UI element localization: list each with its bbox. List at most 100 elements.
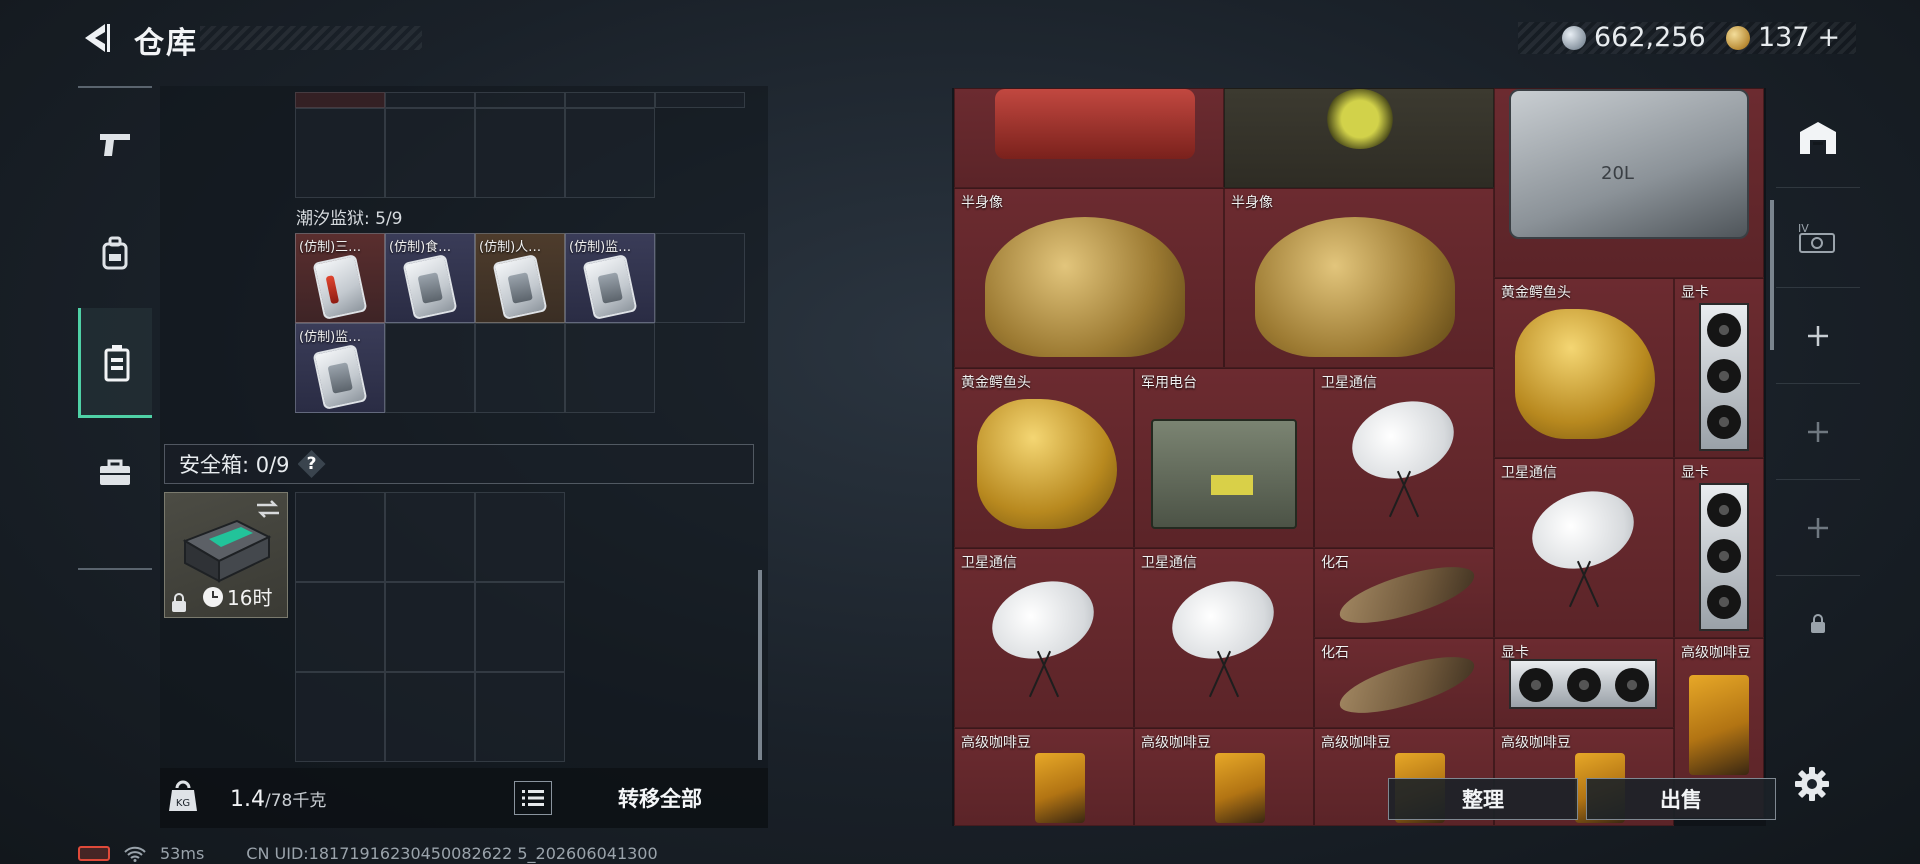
silver-coin-icon: [1562, 25, 1586, 50]
stash-item-fossil[interactable]: 化石: [1314, 548, 1494, 638]
stash-item-coffee[interactable]: 高级咖啡豆: [1134, 728, 1314, 826]
stash-item-golden-croc[interactable]: 黄金鳄鱼头: [1494, 278, 1674, 458]
keycard-icon: [492, 254, 548, 320]
engine-icon: [995, 89, 1195, 159]
add-stash-tab-button[interactable]: [1776, 480, 1860, 576]
stash-item-gpu[interactable]: 显卡: [1494, 638, 1674, 728]
weight-current: 1.4: [230, 787, 265, 812]
stash-item-name: 卫星通信: [1321, 375, 1377, 391]
currency-secondary[interactable]: 137 +: [1726, 22, 1840, 53]
inventory-item[interactable]: (仿制)监…: [295, 323, 385, 413]
stash-item-satellite[interactable]: 卫星通信: [1134, 548, 1314, 728]
inventory-item[interactable]: (仿制)监…: [565, 233, 655, 323]
safebox-slot[interactable]: [385, 492, 475, 582]
stash-panel: 20L 半身像 半身像 黄金鳄鱼头 显卡 黄金鳄鱼头 军用电台 卫星通信 卫星通…: [952, 88, 1766, 826]
item-label: (仿制)人…: [479, 240, 542, 255]
grid-cell[interactable]: [565, 323, 655, 413]
stash-item-gpu[interactable]: 显卡: [1674, 278, 1764, 458]
grid-cell[interactable]: [655, 92, 745, 108]
item-label: (仿制)监…: [569, 240, 632, 255]
grid-cell[interactable]: [475, 108, 565, 198]
settings-button[interactable]: [1790, 762, 1834, 806]
locked-stash-tab[interactable]: [1776, 576, 1860, 672]
briefcase-icon: [100, 459, 130, 485]
safebox-slot[interactable]: [385, 672, 475, 762]
inventory-item[interactable]: (仿制)食…: [385, 233, 475, 323]
inventory-item[interactable]: (仿制)人…: [475, 233, 565, 323]
sell-button[interactable]: 出售: [1586, 778, 1776, 820]
stash-item-name: 高级咖啡豆: [1321, 735, 1391, 751]
stash-item-spider[interactable]: [1224, 88, 1494, 188]
stash-item-jerrycan[interactable]: 20L: [1494, 88, 1764, 278]
jerrycan-label: 20L: [1601, 163, 1634, 184]
stash-scrollbar[interactable]: [1770, 200, 1774, 350]
stash-item-fossil[interactable]: 化石: [1314, 638, 1494, 728]
stash-item-name: 黄金鳄鱼头: [961, 375, 1031, 391]
stash-tab-iv[interactable]: IV: [1776, 188, 1860, 288]
gpu-icon: [1509, 659, 1657, 709]
grid-cell[interactable]: [295, 92, 385, 108]
stash-item-bust[interactable]: 半身像: [954, 188, 1224, 368]
inventory-item[interactable]: (仿制)三…: [295, 233, 385, 323]
satellite-dish-icon: [1522, 478, 1644, 582]
stash-item-name: 高级咖啡豆: [1501, 735, 1571, 751]
coffee-bag-icon: [1035, 753, 1085, 823]
safebox-slot[interactable]: [475, 672, 565, 762]
coffee-bag-icon: [1689, 675, 1749, 775]
stash-item-name: 显卡: [1681, 465, 1709, 481]
safebox-slot[interactable]: [295, 492, 385, 582]
stash-item-name: 军用电台: [1141, 375, 1197, 391]
backpack-icon: [102, 236, 128, 270]
item-label: (仿制)监…: [299, 330, 362, 345]
stash-item-bust[interactable]: 半身像: [1224, 188, 1494, 368]
grid-cell[interactable]: [385, 323, 475, 413]
back-button[interactable]: [78, 20, 114, 56]
stash-item-gpu[interactable]: 显卡: [1674, 458, 1764, 638]
nav-item-container[interactable]: [78, 308, 152, 418]
add-stash-tab-button[interactable]: [1776, 288, 1860, 384]
stash-tab-warehouse[interactable]: [1776, 88, 1860, 188]
stash-item-name: 高级咖啡豆: [961, 735, 1031, 751]
add-stash-tab-button[interactable]: [1776, 384, 1860, 480]
jerrycan-icon: 20L: [1509, 89, 1749, 239]
grid-cell[interactable]: [475, 92, 565, 108]
sort-button[interactable]: 整理: [1388, 778, 1578, 820]
satellite-dish-icon: [982, 568, 1104, 672]
grid-cell[interactable]: [475, 323, 565, 413]
nav-item-weapons[interactable]: [78, 88, 152, 198]
stash-item-satellite[interactable]: 卫星通信: [1314, 368, 1494, 548]
safebox-slot[interactable]: [295, 582, 385, 672]
stash-item-name: 化石: [1321, 555, 1349, 571]
stash-item-golden-croc[interactable]: 黄金鳄鱼头: [954, 368, 1134, 548]
grid-cell[interactable]: [655, 233, 745, 323]
plus-icon: [1808, 421, 1828, 442]
ping-value: 53ms: [160, 844, 205, 863]
safebox-slot[interactable]: [295, 672, 385, 762]
help-icon[interactable]: ?: [297, 450, 326, 478]
safebox-slot[interactable]: [475, 492, 565, 582]
stash-item-military-radio[interactable]: 军用电台: [1134, 368, 1314, 548]
grid-cell[interactable]: [565, 108, 655, 198]
stash-item-engine[interactable]: [954, 88, 1224, 188]
stash-item-name: 卫星通信: [1141, 555, 1197, 571]
grid-cell[interactable]: [565, 92, 655, 108]
inventory-scrollbar[interactable]: [758, 570, 762, 760]
safebox-slot[interactable]: [385, 582, 475, 672]
nav-item-backpack[interactable]: [78, 198, 152, 308]
grid-cell[interactable]: [385, 108, 475, 198]
safebox-icon: [182, 519, 272, 583]
coffee-bag-icon: [1215, 753, 1265, 823]
safebox-slot[interactable]: [475, 582, 565, 672]
add-currency-icon[interactable]: +: [1818, 22, 1841, 53]
gold-coin-icon: [1726, 25, 1750, 50]
safebox-container-item[interactable]: 16时: [164, 492, 288, 618]
stash-item-coffee[interactable]: 高级咖啡豆: [954, 728, 1134, 826]
grid-cell[interactable]: [385, 92, 475, 108]
nav-item-briefcase[interactable]: [78, 418, 152, 528]
stash-item-satellite[interactable]: 卫星通信: [954, 548, 1134, 728]
transfer-all-button[interactable]: 转移全部: [560, 770, 760, 826]
item-label: (仿制)食…: [389, 240, 452, 255]
grid-cell[interactable]: [295, 108, 385, 198]
list-view-button[interactable]: [514, 781, 552, 815]
stash-item-satellite[interactable]: 卫星通信: [1494, 458, 1674, 638]
